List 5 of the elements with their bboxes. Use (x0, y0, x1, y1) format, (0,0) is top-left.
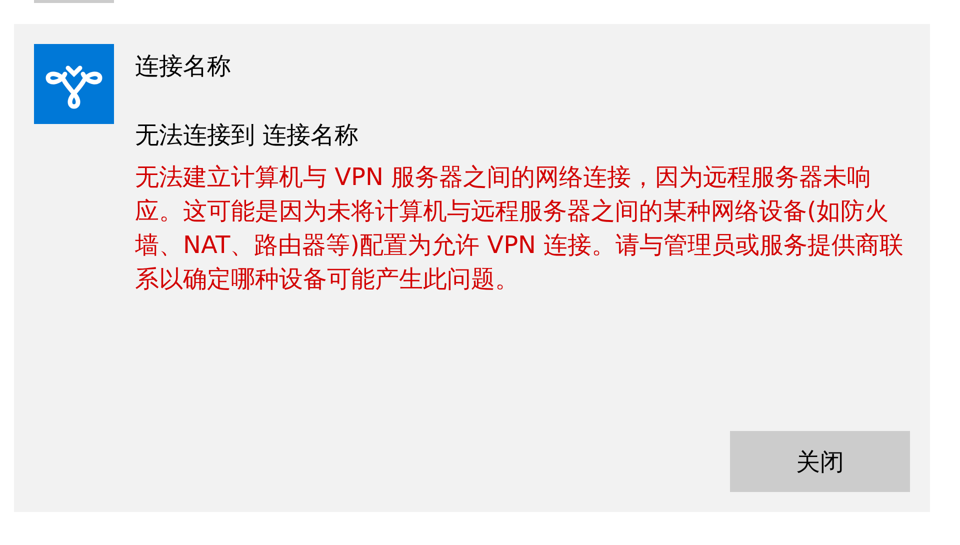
close-button[interactable]: 关闭 (730, 431, 910, 492)
connection-name: 连接名称 (135, 51, 232, 82)
error-message: 无法建立计算机与 VPN 服务器之间的网络连接，因为远程服务器未响应。这可能是因为未将计算机与远程服务器之间的某种网络设备(如防火墙、NAT、路由器等)配置为允许 VPN 连接。请与管理员或服务提供商联系以确定哪种设备可能产生此问题。 (135, 162, 905, 295)
vpn-icon (34, 44, 114, 124)
error-heading: 无法连接到 连接名称 (135, 120, 360, 151)
